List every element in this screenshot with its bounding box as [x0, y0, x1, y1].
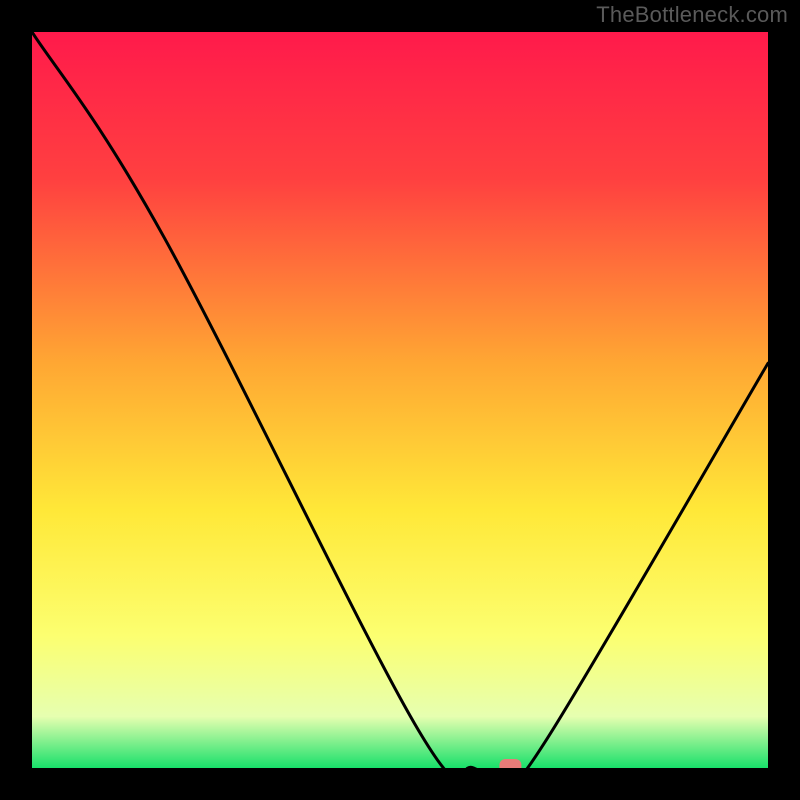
watermark-text: TheBottleneck.com: [596, 2, 788, 28]
chart-frame: TheBottleneck.com: [0, 0, 800, 800]
optimal-marker: [499, 759, 521, 768]
bottleneck-chart: [32, 32, 768, 768]
gradient-background: [32, 32, 768, 768]
